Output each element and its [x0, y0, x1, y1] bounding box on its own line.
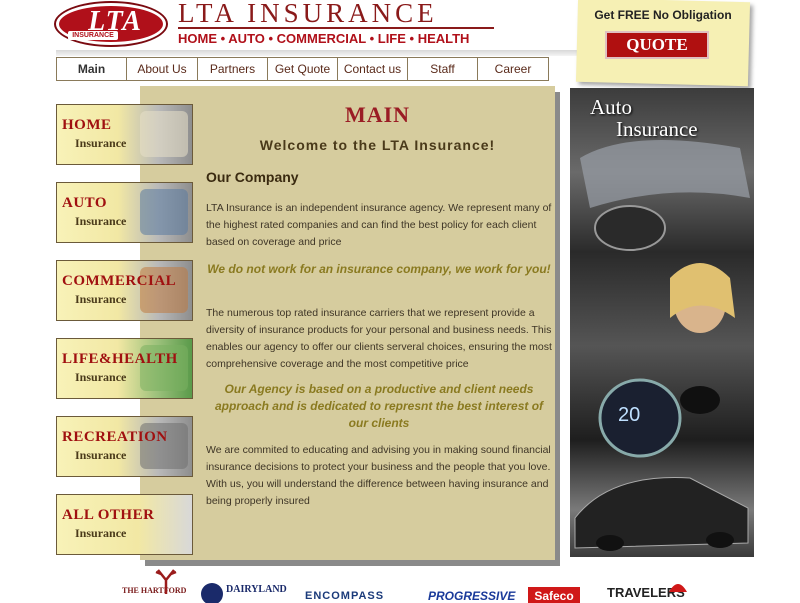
- auto-insurance-ad[interactable]: 20: [570, 88, 754, 557]
- tab-partners[interactable]: Partners: [198, 57, 268, 81]
- sidebar-item-commercial[interactable]: COMMERCIAL Insurance: [56, 260, 193, 321]
- safeco-logo[interactable]: Safeco: [528, 587, 580, 603]
- callout-work-for-you: We do not work for an insurance company,…: [207, 262, 551, 276]
- car-image: [140, 189, 188, 235]
- quote-button[interactable]: QUOTE: [605, 31, 709, 59]
- sidebar-item-title: RECREATION: [62, 429, 168, 445]
- carriers-paragraph: The numerous top rated insurance carrier…: [206, 307, 552, 370]
- auto-ad-illustration: 20: [574, 140, 750, 551]
- sidebar-item-recreation[interactable]: RECREATION Insurance: [56, 416, 193, 477]
- tab-contact-us[interactable]: Contact us: [338, 57, 408, 81]
- welcome-heading: Welcome to the LTA Insurance!: [259, 137, 496, 153]
- stag-icon: [155, 569, 177, 594]
- tab-get-quote[interactable]: Get Quote: [268, 57, 338, 81]
- sidebar-item-all-other[interactable]: ALL OTHER Insurance: [56, 494, 193, 555]
- brand-divider: [178, 27, 494, 29]
- tab-main[interactable]: Main: [56, 57, 127, 81]
- sidebar-item-subtitle: Insurance: [75, 526, 127, 540]
- umbrella-icon: [669, 584, 687, 592]
- encompass-logo[interactable]: ENCOMPASS: [305, 590, 384, 602]
- our-company-heading: Our Company: [206, 169, 299, 185]
- callout-agency-approach: Our Agency is based on a productive and …: [214, 382, 544, 430]
- sidebar-item-subtitle: Insurance: [75, 292, 127, 306]
- intro-paragraph: LTA Insurance is an independent insuranc…: [206, 202, 552, 248]
- sidebar-item-subtitle: Insurance: [75, 136, 127, 150]
- tab-career[interactable]: Career: [478, 57, 549, 81]
- dairyland-logo[interactable]: DAIRYLAND: [226, 584, 287, 595]
- sidebar-item-home[interactable]: HOME Insurance: [56, 104, 193, 165]
- sidebar-item-title: HOME: [62, 117, 112, 133]
- house-image: [140, 111, 188, 157]
- dairyland-icon: [201, 583, 223, 603]
- page-title: MAIN: [344, 102, 411, 127]
- header-bar: [56, 50, 586, 56]
- brand-title: LTA INSURANCE: [178, 0, 438, 28]
- ad-title-line2: Insurance: [616, 117, 698, 141]
- progressive-logo[interactable]: PROGRESSIVE: [428, 589, 515, 603]
- sidebar-item-title: AUTO: [62, 195, 108, 211]
- sidebar-item-life-health[interactable]: LIFE&HEALTH Insurance: [56, 338, 193, 399]
- sidebar-item-title: ALL OTHER: [62, 507, 155, 523]
- sidebar-item-auto[interactable]: AUTO Insurance: [56, 182, 193, 243]
- sidebar-item-subtitle: Insurance: [75, 370, 127, 384]
- promo-text: Get FREE No Obligation: [594, 8, 732, 22]
- svg-text:20: 20: [618, 404, 640, 426]
- sidebar-item-subtitle: Insurance: [75, 448, 127, 462]
- commitment-paragraph: We are commited to educating and advisin…: [206, 444, 551, 507]
- sidebar-item-subtitle: Insurance: [75, 214, 127, 228]
- lines-of-business: HOME • AUTO • COMMERCIAL • LIFE • HEALTH: [178, 31, 470, 46]
- ad-title: Auto Insurance: [590, 96, 698, 140]
- ad-title-line1: Auto: [590, 95, 632, 119]
- sidebar-item-title: LIFE&HEALTH: [62, 351, 178, 367]
- sidebar-item-title: COMMERCIAL: [62, 273, 177, 289]
- logo-subtext: INSURANCE: [68, 31, 118, 40]
- tab-staff[interactable]: Staff: [408, 57, 478, 81]
- tab-about-us[interactable]: About Us: [127, 57, 198, 81]
- main-nav: Main About Us Partners Get Quote Contact…: [56, 57, 549, 81]
